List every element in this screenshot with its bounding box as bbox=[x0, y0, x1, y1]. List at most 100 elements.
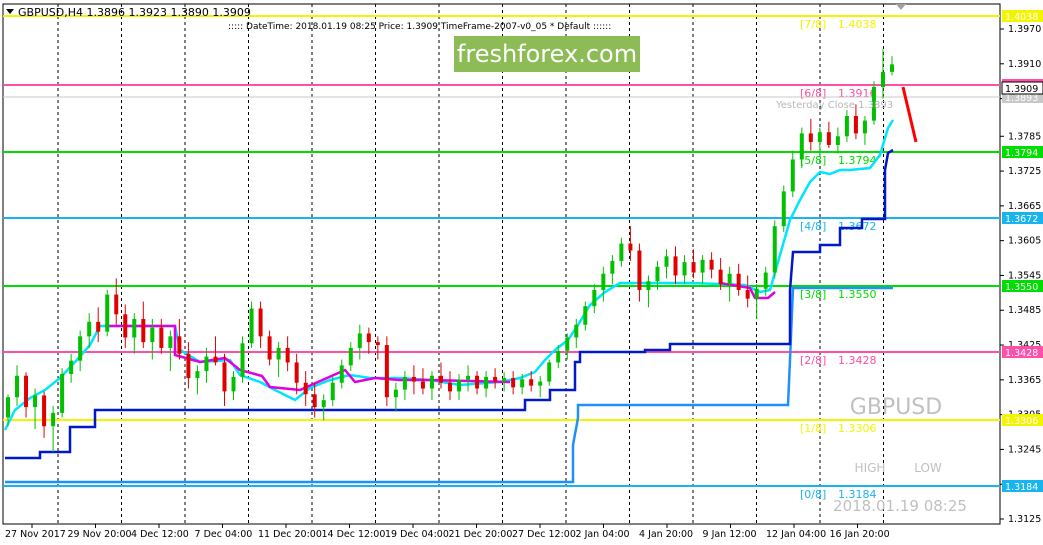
x-tick-label: 14 Dec 12:00 bbox=[322, 529, 386, 540]
murrey-level-value: 1.3428 bbox=[838, 354, 877, 367]
candle-body bbox=[583, 306, 588, 325]
candle-body bbox=[511, 378, 516, 388]
x-tick-label: 16 Jan 20:00 bbox=[830, 529, 890, 540]
candle-body bbox=[330, 382, 335, 401]
y-tick-label: 1.3125 bbox=[1008, 514, 1041, 525]
murrey-level-tag: [7/8] bbox=[800, 18, 826, 31]
candle-body bbox=[6, 397, 10, 418]
murrey-level-tag: [2/8] bbox=[800, 354, 826, 367]
y-tick-label: 1.3785 bbox=[1008, 131, 1041, 142]
price-label-text: 1.4038 bbox=[1005, 12, 1038, 23]
watermark-datetime: 2018.01.19 08:25 bbox=[833, 497, 967, 515]
candle-body bbox=[745, 289, 750, 299]
x-tick-label: 4 Dec 12:00 bbox=[131, 529, 189, 540]
murrey-level-value: 1.4038 bbox=[838, 18, 877, 31]
candle-body bbox=[808, 133, 813, 143]
candle-body bbox=[384, 345, 389, 398]
candle-body bbox=[267, 336, 272, 360]
candle-body bbox=[835, 136, 840, 145]
candle-body bbox=[420, 381, 425, 389]
candle-body bbox=[880, 71, 885, 87]
x-tick-label: 2 Jan 04:00 bbox=[576, 529, 630, 540]
candle-body bbox=[790, 159, 795, 192]
indicator-info-line: ::::: DateTime: 2018.01.19 08:25 Price: … bbox=[228, 22, 611, 32]
candle-body bbox=[448, 382, 452, 392]
candle-body bbox=[429, 375, 434, 389]
candle-body bbox=[538, 381, 543, 386]
candle-body bbox=[87, 321, 92, 337]
candle-body bbox=[547, 362, 552, 382]
candle-body bbox=[844, 115, 849, 137]
murrey-level-value: 1.3916 bbox=[838, 87, 877, 100]
candle-body bbox=[375, 342, 380, 346]
y-tick-label: 1.3725 bbox=[1008, 166, 1041, 177]
x-tick-label: 21 Dec 20:00 bbox=[449, 529, 513, 540]
candle-body bbox=[123, 314, 128, 338]
logo-text: freshforex.com bbox=[457, 40, 637, 68]
candle-body bbox=[294, 362, 299, 383]
candle-body bbox=[249, 308, 254, 344]
candle-body bbox=[763, 272, 768, 289]
x-tick-label: 19 Dec 04:00 bbox=[385, 529, 449, 540]
candle-body bbox=[258, 308, 263, 337]
candle-body bbox=[781, 191, 786, 227]
yesterday-close-label: Yesterday Close 1.3893 bbox=[775, 100, 893, 111]
background bbox=[0, 0, 1043, 545]
price-label-text: 1.3794 bbox=[1005, 148, 1038, 159]
candle-body bbox=[78, 336, 83, 361]
y-tick-label: 1.3665 bbox=[1008, 201, 1041, 212]
candle-body bbox=[556, 350, 561, 363]
candle-body bbox=[457, 379, 462, 392]
symbol-ohlc-label: GBPUSD,H4 1.3896 1.3923 1.3890 1.3909 bbox=[18, 6, 251, 19]
current-price-text: 1.3909 bbox=[1005, 84, 1038, 95]
candle-body bbox=[646, 281, 651, 290]
x-tick-label: 12 Jan 04:00 bbox=[766, 529, 826, 540]
candle-body bbox=[601, 273, 606, 290]
candle-body bbox=[484, 376, 489, 389]
watermark-symbol: GBPUSD bbox=[850, 395, 942, 420]
candle-body bbox=[159, 327, 164, 348]
candle-body bbox=[664, 256, 669, 267]
candle-body bbox=[393, 389, 398, 398]
candle-body bbox=[736, 273, 741, 290]
y-tick-label: 1.3245 bbox=[1008, 444, 1041, 455]
candle-body bbox=[754, 288, 759, 299]
candle-body bbox=[718, 269, 723, 285]
candle-body bbox=[411, 376, 416, 382]
candle-body bbox=[826, 132, 831, 145]
candle-body bbox=[655, 266, 660, 282]
candle-body bbox=[96, 321, 101, 332]
murrey-level-tag: [4/8] bbox=[800, 220, 826, 233]
murrey-level-tag: [5/8] bbox=[800, 154, 826, 167]
x-tick-label: 9 Jan 12:00 bbox=[703, 529, 757, 540]
candle-body bbox=[24, 375, 29, 408]
candle-body bbox=[240, 343, 245, 377]
candle-body bbox=[42, 395, 47, 427]
x-tick-label: 29 Nov 20:00 bbox=[68, 529, 132, 540]
candle-body bbox=[60, 374, 65, 413]
candle-body bbox=[222, 362, 227, 392]
candle-body bbox=[303, 382, 308, 395]
price-label-text: 1.3428 bbox=[1005, 348, 1038, 359]
y-tick-label: 1.3910 bbox=[1008, 59, 1041, 70]
y-tick-label: 1.3970 bbox=[1008, 24, 1041, 35]
murrey-level-value: 1.3672 bbox=[838, 220, 877, 233]
candle-body bbox=[862, 120, 867, 134]
candle-body bbox=[592, 289, 597, 307]
candle-body bbox=[366, 333, 371, 343]
candle-body bbox=[520, 379, 525, 388]
candle-body bbox=[853, 115, 858, 134]
murrey-level-tag: [6/8] bbox=[800, 87, 826, 100]
murrey-level-tag: [1/8] bbox=[800, 422, 826, 435]
candle-body bbox=[574, 324, 579, 338]
price-label-text: 1.3550 bbox=[1005, 282, 1038, 293]
candle-body bbox=[312, 394, 317, 408]
candle-body bbox=[565, 337, 570, 351]
candle-body bbox=[69, 360, 74, 375]
price-label-text: 1.3184 bbox=[1005, 482, 1038, 493]
candle-body bbox=[105, 294, 110, 332]
candle-body bbox=[15, 375, 20, 398]
watermark-high-label: HIGH bbox=[855, 461, 886, 475]
murrey-level-tag: [3/8] bbox=[800, 288, 826, 301]
candle-body bbox=[357, 333, 362, 348]
